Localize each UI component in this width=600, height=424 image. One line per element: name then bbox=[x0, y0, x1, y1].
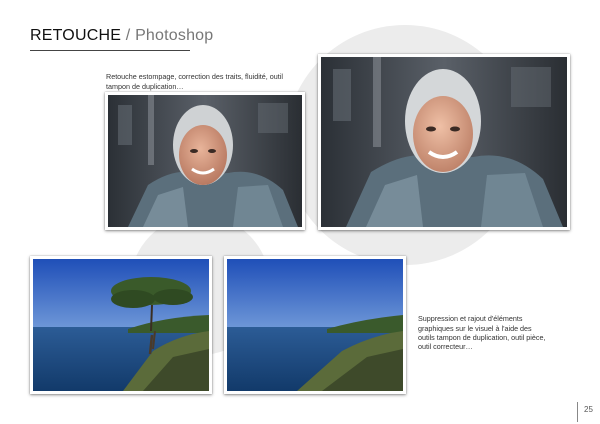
portrait-before-image bbox=[108, 95, 302, 227]
page-title: RETOUCHE / Photoshop bbox=[30, 26, 213, 46]
title-underline bbox=[30, 50, 190, 51]
title-separator: / bbox=[125, 27, 131, 44]
title-main: RETOUCHE bbox=[30, 27, 122, 44]
landscape-after-image bbox=[227, 259, 403, 391]
portrait-caption: Retouche estompage, correction des trait… bbox=[106, 72, 283, 91]
landscape-caption: Suppression et rajout d'éléments graphiq… bbox=[418, 314, 546, 352]
portrait-after-image bbox=[321, 57, 567, 227]
landscape-before-frame bbox=[30, 256, 212, 394]
page-number: 25 bbox=[584, 405, 593, 414]
page-header: RETOUCHE / Photoshop bbox=[30, 26, 213, 51]
landscape-before-image bbox=[33, 259, 209, 391]
landscape-after-frame bbox=[224, 256, 406, 394]
portrait-before-frame bbox=[105, 92, 305, 230]
title-sub: Photoshop bbox=[135, 27, 214, 44]
page-number-divider bbox=[577, 402, 578, 422]
portrait-after-frame bbox=[318, 54, 570, 230]
